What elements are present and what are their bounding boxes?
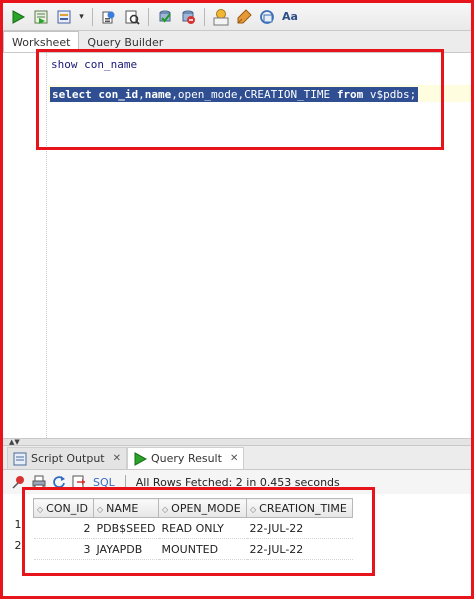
cell-creation-time[interactable]: 22-JUL-22 (246, 538, 353, 560)
editor-gutter (3, 53, 47, 438)
column-header-con-id[interactable]: ◇ CON_ID (33, 498, 94, 518)
toolbar-divider (124, 475, 126, 489)
sort-icon[interactable]: ◇ (162, 505, 168, 514)
tab-script-output-label: Script Output (31, 452, 105, 465)
tab-query-result[interactable]: Query Result ✕ (127, 447, 245, 469)
pane-splitter[interactable]: ▲▼ (3, 438, 471, 446)
editor-tab-strip: Worksheet Query Builder (3, 31, 471, 53)
tab-query-builder[interactable]: Query Builder (79, 32, 171, 52)
result-toolbar: SQL All Rows Fetched: 2 in 0.453 seconds (3, 470, 471, 494)
tab-script-output[interactable]: Script Output ✕ (7, 447, 128, 469)
result-table: ◇ CON_ID ◇ NAME ◇ OPEN_MODE ◇ CREATION_TIME … (33, 498, 354, 560)
cell-con-id[interactable]: 2 (33, 517, 94, 539)
code-line-1[interactable]: show con_name (51, 58, 137, 71)
clear-icon[interactable] (234, 7, 254, 27)
result-grid[interactable]: 1 2 ◇ CON_ID ◇ NAME ◇ OPEN_MODE ◇ CREATION_T… (3, 494, 471, 596)
autotrace-icon[interactable] (54, 7, 74, 27)
sort-icon[interactable]: ◇ (97, 505, 103, 514)
to-upper-icon[interactable]: Aa (280, 7, 300, 27)
sql-tuning-icon[interactable] (122, 7, 142, 27)
comma: , (138, 88, 145, 101)
sql-history-icon[interactable] (211, 7, 231, 27)
print-icon[interactable] (31, 474, 47, 490)
column-header-creation-time[interactable]: ◇ CREATION_TIME (246, 498, 354, 518)
tab-worksheet[interactable]: Worksheet (3, 31, 80, 52)
script-output-icon (13, 452, 27, 465)
case-label: Aa (282, 10, 298, 23)
run-statement-icon[interactable] (8, 7, 28, 27)
result-tab-strip: Script Output ✕ Query Result ✕ (3, 446, 471, 470)
column-header-label: CON_ID (46, 501, 88, 515)
toolbar-divider (92, 7, 93, 26)
close-icon[interactable]: ✕ (230, 453, 238, 464)
column-header-name[interactable]: ◇ NAME (92, 498, 160, 518)
cell-creation-time[interactable]: 22-JUL-22 (246, 517, 353, 539)
sql-link[interactable]: SQL (93, 476, 115, 489)
keyword-from: from (336, 88, 364, 101)
cell-con-id[interactable]: 3 (33, 538, 94, 560)
row-number[interactable]: 2 (8, 539, 28, 552)
refresh-icon[interactable] (51, 474, 67, 490)
export-icon[interactable] (71, 474, 87, 490)
splitter-arrows-icon[interactable]: ▲▼ (9, 439, 20, 446)
rollback-icon[interactable] (178, 7, 198, 27)
format-icon[interactable] (257, 7, 277, 27)
table-name: v$pdbs; (363, 88, 417, 101)
column-header-label: CREATION_TIME (259, 501, 347, 515)
column-con-id: con_id (91, 88, 139, 101)
commit-icon[interactable] (155, 7, 175, 27)
fetch-status: All Rows Fetched: 2 in 0.453 seconds (135, 475, 340, 489)
keyword-select: select (52, 88, 92, 101)
table-row[interactable]: 3 JAYAPDB MOUNTED 22-JUL-22 (33, 538, 353, 560)
cell-open-mode[interactable]: MOUNTED (158, 538, 247, 560)
query-result-icon (134, 451, 148, 466)
column-header-label: OPEN_MODE (171, 501, 241, 515)
tab-query-result-label: Query Result (151, 452, 222, 465)
code-line-2-selected[interactable]: select con_id,name,open_mode,CREATION_TI… (50, 87, 419, 102)
run-script-icon[interactable] (31, 7, 51, 27)
column-list-rest: ,open_mode,CREATION_TIME (171, 88, 337, 101)
close-icon[interactable]: ✕ (113, 453, 121, 464)
table-row[interactable]: 2 PDB$SEED READ ONLY 22-JUL-22 (33, 517, 353, 539)
explain-plan-icon[interactable] (99, 7, 119, 27)
column-header-open-mode[interactable]: ◇ OPEN_MODE (158, 498, 248, 518)
row-number[interactable]: 1 (8, 518, 28, 531)
cell-name[interactable]: PDB$SEED (93, 517, 159, 539)
column-header-label: NAME (106, 501, 139, 515)
sort-icon[interactable]: ◇ (250, 505, 256, 514)
sort-icon[interactable]: ◇ (37, 505, 43, 514)
cell-name[interactable]: JAYAPDB (93, 538, 159, 560)
column-name: name (144, 88, 172, 101)
toolbar-divider (148, 7, 149, 26)
cell-open-mode[interactable]: READ ONLY (158, 517, 247, 539)
dropdown-arrow-icon[interactable]: ▾ (77, 7, 86, 27)
sql-editor[interactable]: show con_name select con_id,name,open_mo… (3, 53, 471, 438)
worksheet-toolbar: ▾ Aa (3, 3, 471, 31)
pin-icon[interactable] (11, 474, 27, 490)
toolbar-divider (204, 7, 205, 26)
